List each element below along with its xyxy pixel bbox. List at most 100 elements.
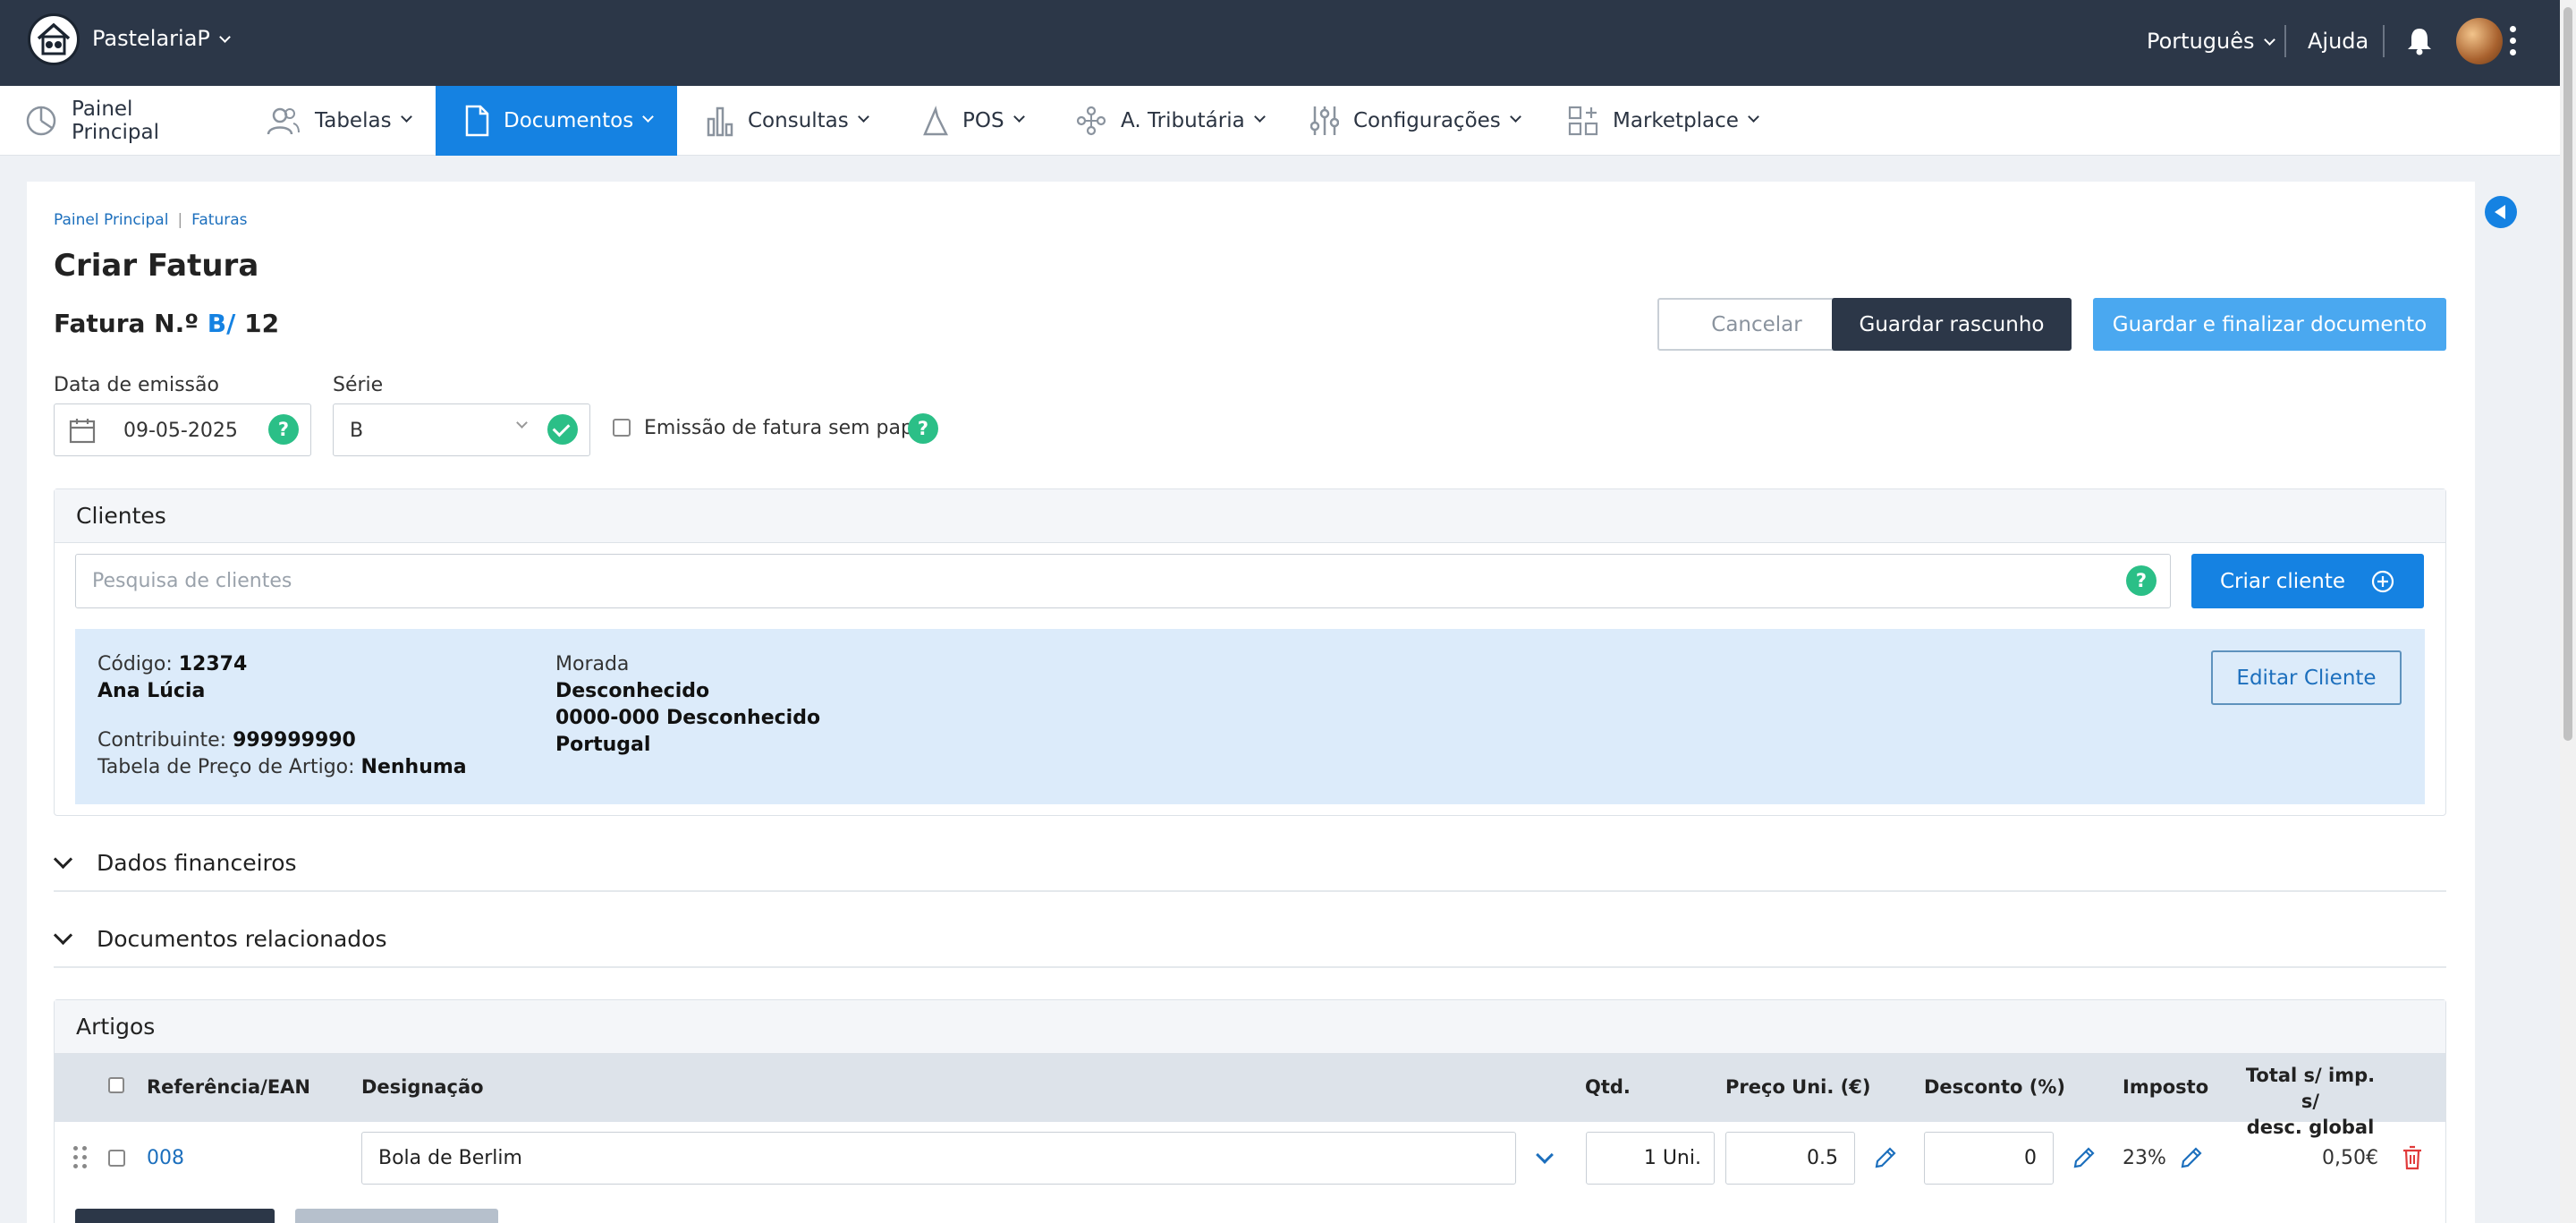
help-link[interactable]: Ajuda [2308,29,2368,54]
paperless-checkbox[interactable] [613,419,631,437]
col-total: Total s/ imp. s/desc. global [2234,1063,2386,1141]
breadcrumb-home[interactable]: Painel Principal [54,211,168,229]
bell-icon[interactable] [2406,27,2433,61]
calendar-icon[interactable] [69,417,96,449]
language-selector[interactable]: Português [2147,29,2275,54]
chevron-down-icon [1253,110,1266,123]
articles-title: Artigos [55,1000,2445,1054]
house-logo-icon [37,22,71,55]
col-designation: Designação [361,1076,484,1098]
document-number: Fatura N.º B/ 12 [54,309,279,338]
divider [2284,25,2286,57]
col-total-line2: desc. global [2246,1117,2375,1138]
date-label: Data de emissão [54,374,219,396]
client-price-table: Tabela de Preço de Artigo: Nenhuma [97,756,467,778]
chevron-down-icon [516,417,528,429]
check-circle-icon [547,414,578,445]
price-table-value: Nenhuma [360,756,467,778]
save-finalize-button[interactable]: Guardar e finalizar documento [2093,298,2446,351]
row-tax-value: 23% [2123,1147,2166,1169]
col-unit-price: Preço Uni. (€) [1725,1076,1871,1098]
breadcrumb: Painel Principal | Faturas [54,211,248,229]
page-title: Criar Fatura [54,248,259,284]
help-icon[interactable]: ? [268,414,299,445]
bar-chart-icon [707,105,733,137]
row-total-value: 0,50€ [2322,1147,2378,1169]
articles-panel: Artigos [54,999,2446,1223]
chevron-down-icon [1509,110,1521,123]
user-avatar[interactable] [2456,18,2503,64]
nav-documentos[interactable]: Documentos [436,86,677,156]
client-name: Ana Lúcia [97,680,206,702]
nav-tabelas[interactable]: Tabelas [267,86,419,156]
row-ref-link[interactable]: 008 [147,1147,184,1169]
cancel-button[interactable]: Cancelar [1657,298,1856,351]
breadcrumb-current[interactable]: Faturas [191,211,247,229]
row-price-input[interactable]: 0.5 [1725,1132,1855,1185]
doc-number-value: 12 [244,309,280,338]
nav-label: Consultas [748,109,849,132]
code-value: 12374 [178,653,248,675]
select-all-checkbox[interactable] [108,1077,124,1093]
doc-prefix: Fatura N.º [54,309,199,338]
edit-discount-icon[interactable] [2072,1145,2097,1176]
row-price-value: 0.5 [1807,1147,1838,1169]
row-designation-input[interactable]: Bola de Berlim [361,1132,1516,1185]
add-article-button[interactable] [75,1209,275,1223]
company-logo[interactable] [28,13,80,65]
plus-circle-icon [2370,569,2395,594]
issue-date-field[interactable]: 09-05-2025 ? [54,403,311,456]
more-options-icon[interactable] [2510,26,2517,55]
col-ref: Referência/EAN [147,1076,311,1098]
company-selector[interactable]: PastelariaP [92,26,231,51]
secondary-article-button[interactable] [295,1209,498,1223]
related-docs-section-title[interactable]: Documentos relacionados [97,926,387,952]
row-qty-input[interactable]: 1 Uni. [1586,1132,1715,1185]
row-checkbox[interactable] [108,1150,125,1167]
client-search-input[interactable]: Pesquisa de clientes ? [75,554,2171,608]
drag-handle-icon[interactable] [73,1146,87,1168]
chevron-down-icon [642,110,655,123]
series-select[interactable]: B [333,403,590,456]
create-client-button[interactable]: Criar cliente [2191,554,2424,608]
divider [2383,25,2385,57]
create-client-label: Criar cliente [2219,569,2346,593]
help-icon[interactable]: ? [908,413,938,444]
chevron-down-icon [400,110,412,123]
pos-icon [921,106,948,136]
address-country: Portugal [555,734,651,756]
collapse-panel-button[interactable] [2485,196,2517,228]
help-icon[interactable]: ? [2126,565,2157,596]
page-scrollbar[interactable] [2560,0,2576,1223]
nav-label: Marketplace [1613,109,1739,132]
nav-label: A. Tributária [1121,109,1245,132]
company-name: PastelariaP [92,26,210,51]
address-line2: 0000-000 Desconhecido [555,707,821,729]
col-total-line1: Total s/ imp. s/ [2245,1065,2376,1112]
nav-consultas[interactable]: Consultas [707,86,877,156]
edit-client-button[interactable]: Editar Cliente [2211,650,2402,705]
code-label: Código: [97,653,173,675]
paperless-label: Emissão de fatura sem papel [644,417,931,439]
trash-icon[interactable] [2402,1145,2423,1176]
nav-painel-principal[interactable]: Painel Principal [25,86,222,156]
save-draft-button[interactable]: Guardar rascunho [1832,298,2072,351]
chevron-down-icon [857,110,869,123]
divider [54,890,2446,892]
edit-tax-icon[interactable] [2179,1145,2204,1176]
client-tax-id: Contribuinte: 999999990 [97,729,356,752]
address-line1: Desconhecido [555,680,710,702]
issue-date-value: 09-05-2025 [123,420,238,442]
clients-title: Clientes [55,489,2445,543]
chevron-down-icon [2263,34,2275,46]
nav-pos[interactable]: POS [921,86,1046,156]
nav-marketplace[interactable]: Marketplace [1568,86,1774,156]
edit-price-icon[interactable] [1873,1145,1898,1176]
financial-section-title[interactable]: Dados financeiros [97,850,297,876]
nav-label: Painel Principal [72,98,160,144]
row-discount-input[interactable]: 0 [1924,1132,2054,1185]
nav-a-tributaria[interactable]: A. Tributária [1076,86,1273,156]
row-designation-value: Bola de Berlim [378,1147,522,1169]
nav-configuracoes[interactable]: Configurações [1310,86,1525,156]
scrollbar-thumb[interactable] [2563,7,2572,741]
